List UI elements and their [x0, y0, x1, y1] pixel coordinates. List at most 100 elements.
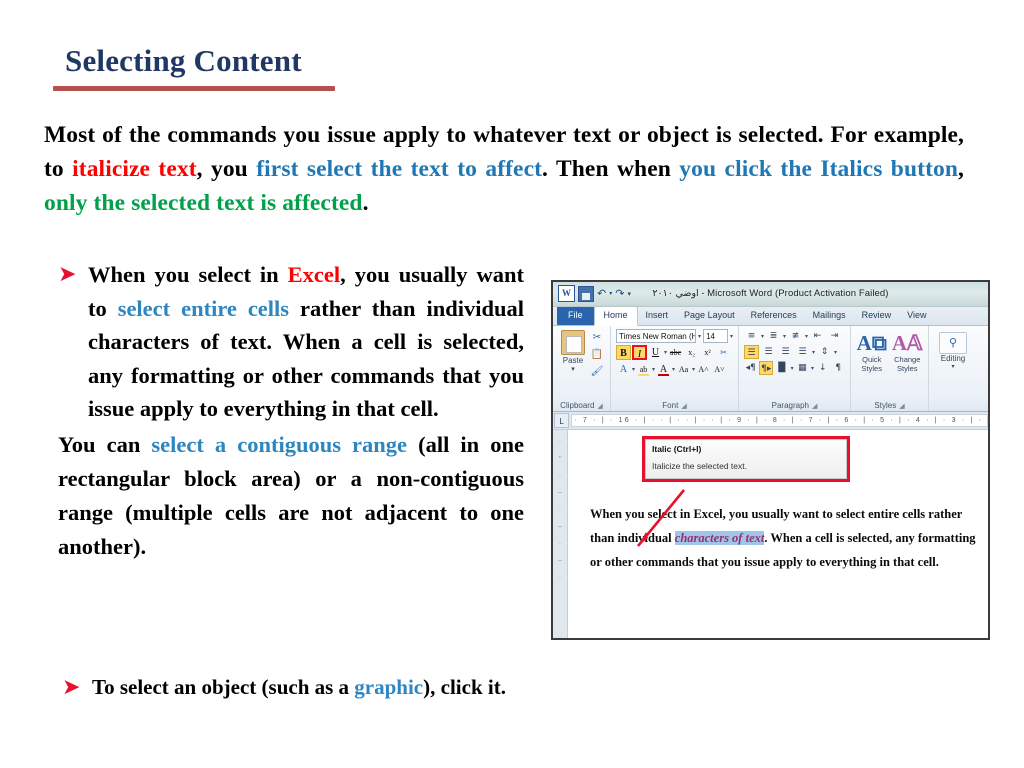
- customize-qat-icon[interactable]: ▾: [627, 286, 631, 302]
- line-spacing-dropdown-icon[interactable]: ▾: [834, 349, 837, 356]
- strikethrough-button[interactable]: abc: [668, 345, 683, 360]
- tooltip-title: Italic (Ctrl+I): [652, 444, 702, 454]
- italic-button[interactable]: I: [632, 345, 647, 360]
- shading-dropdown-icon[interactable]: ▾: [791, 365, 794, 372]
- font-dialog-launcher-icon[interactable]: ◢: [681, 403, 686, 410]
- shrink-font-button[interactable]: A˅: [712, 362, 727, 377]
- tab-view[interactable]: View: [899, 307, 934, 325]
- justify-button[interactable]: ☰: [795, 345, 810, 359]
- paragraph-group-label: Paragraph ◢: [739, 401, 850, 410]
- borders-button[interactable]: ▦: [796, 361, 809, 375]
- numbering-dropdown-icon[interactable]: ▾: [783, 333, 786, 340]
- tab-insert[interactable]: Insert: [638, 307, 677, 325]
- rtl-direction-button[interactable]: ¶▸: [759, 361, 774, 375]
- increase-indent-button[interactable]: ⇥: [827, 329, 842, 343]
- styles-label-text: Styles: [874, 401, 897, 410]
- left-content-column: ➤ When you select in Excel, you usually …: [58, 258, 524, 700]
- cut-icon[interactable]: ✂: [590, 331, 604, 345]
- intro-click-italics: you click the Italics button: [679, 156, 959, 182]
- redo-icon[interactable]: ↷: [615, 286, 624, 302]
- decrease-indent-button[interactable]: ⇤: [810, 329, 825, 343]
- align-right-button[interactable]: ☰: [778, 345, 793, 359]
- multilevel-list-button[interactable]: ≢: [788, 329, 803, 343]
- font-size-dropdown-icon[interactable]: ▾: [730, 333, 733, 340]
- ribbon-group-paragraph: ≡ ▾ ≣ ▾ ≢ ▾ ⇤ ⇥ ☰ ☰ ☰ ☰ ▾ ⇕ ▾ ◂¶ ¶▸ █ ▾ …: [739, 326, 851, 411]
- para2-select-contiguous-range: select a contiguous range: [151, 431, 408, 457]
- bullet-select-entire-cells: select entire cells: [117, 295, 290, 321]
- word-logo-icon: W: [558, 285, 575, 302]
- font-effects-row: A ▾ ab ▾ A ▾ Aa ▾ A˄ A˅: [616, 362, 733, 377]
- underline-button[interactable]: U: [648, 345, 663, 360]
- tab-home[interactable]: Home: [593, 306, 638, 326]
- change-case-button[interactable]: Aa: [676, 362, 691, 377]
- superscript-button[interactable]: x²: [700, 345, 715, 360]
- save-icon[interactable]: [578, 285, 594, 302]
- highlight-color-button[interactable]: ab: [636, 362, 651, 377]
- document-area: · ⁺ · – · – · – · Italic (Ctrl+I) Italicize the …: [553, 430, 988, 638]
- grow-font-button[interactable]: A˄: [696, 362, 711, 377]
- editing-label: Editing: [940, 354, 966, 363]
- bullets-dropdown-icon[interactable]: ▾: [761, 333, 764, 340]
- copy-icon[interactable]: 📋: [590, 348, 604, 362]
- change-case-dropdown-icon[interactable]: ▾: [692, 366, 695, 373]
- vertical-ruler[interactable]: · ⁺ · – · – · – ·: [553, 430, 568, 638]
- font-color-dropdown-icon[interactable]: ▾: [672, 366, 675, 373]
- binoculars-icon[interactable]: ⚲: [939, 332, 967, 354]
- tab-stop-selector-icon[interactable]: L: [554, 413, 570, 428]
- editing-dropdown-icon[interactable]: ▾: [934, 364, 972, 371]
- line-spacing-button[interactable]: ⇕: [817, 345, 832, 359]
- show-formatting-marks-button[interactable]: ¶: [832, 361, 845, 375]
- underline-dropdown-icon[interactable]: ▾: [664, 349, 667, 356]
- quick-access-toolbar[interactable]: W ↶ ▾ ↷ ▾: [558, 285, 631, 302]
- font-size-input[interactable]: 14: [703, 329, 728, 343]
- tooltip-body: Italicize the selected text.: [652, 461, 747, 471]
- clear-formatting-icon[interactable]: ✂: [716, 345, 731, 360]
- paste-dropdown-icon[interactable]: ▾: [558, 366, 588, 373]
- format-painter-icon[interactable]: 🖌: [590, 365, 604, 379]
- undo-icon[interactable]: ↶: [597, 286, 606, 302]
- paragraph-contiguous-range: You can select a contiguous range (all i…: [58, 428, 524, 564]
- tab-mailings[interactable]: Mailings: [805, 307, 854, 325]
- ribbon-group-editing: ⚲ Editing ▾: [929, 326, 977, 411]
- numbering-button[interactable]: ≣: [766, 329, 781, 343]
- bullet-item-excel-text: When you select in Excel, you usually wa…: [88, 258, 524, 426]
- text-effects-dropdown-icon[interactable]: ▾: [632, 366, 635, 373]
- sort-button[interactable]: ↓: [816, 361, 829, 375]
- subscript-button[interactable]: x₂: [684, 345, 699, 360]
- styles-dialog-launcher-icon[interactable]: ◢: [899, 403, 904, 410]
- font-name-input[interactable]: Times New Roman (Heac: [616, 329, 697, 343]
- text-effects-button[interactable]: A: [616, 362, 631, 377]
- word-title-bar: W ↶ ▾ ↷ ▾ اوضي ٢٠١٠ - Microsoft Word (Pr…: [553, 282, 988, 307]
- document-body-text[interactable]: When you select in Excel, you usually wa…: [590, 502, 982, 574]
- paste-button[interactable]: Paste ▾: [558, 329, 588, 379]
- ribbon-group-font: Times New Roman (Heac ▾ 14 ▾ B I U ▾ abc…: [611, 326, 739, 411]
- paragraph-label-text: Paragraph: [771, 401, 809, 410]
- tab-file[interactable]: File: [557, 306, 594, 325]
- bold-button[interactable]: B: [616, 345, 631, 360]
- paragraph-dialog-launcher-icon[interactable]: ◢: [812, 403, 817, 410]
- undo-dropdown-icon[interactable]: ▾: [609, 286, 612, 302]
- italic-tooltip: Italic (Ctrl+I) Italicize the selected t…: [642, 436, 850, 482]
- quick-styles-label: Quick Styles: [861, 355, 882, 373]
- align-left-button[interactable]: ☰: [744, 345, 759, 359]
- horizontal-ruler[interactable]: L · 7 · | · 16 · | · · | · · | · · | · 9…: [553, 412, 988, 430]
- quick-styles-button[interactable]: A⧉ Quick Styles: [856, 331, 888, 373]
- highlight-dropdown-icon[interactable]: ▾: [652, 366, 655, 373]
- tab-page-layout[interactable]: Page Layout: [676, 307, 743, 325]
- intro-italicize-text: italicize text: [72, 156, 197, 182]
- justify-dropdown-icon[interactable]: ▾: [812, 349, 815, 356]
- tab-review[interactable]: Review: [854, 307, 900, 325]
- align-center-button[interactable]: ☰: [761, 345, 776, 359]
- document-page[interactable]: Italic (Ctrl+I) Italicize the selected t…: [568, 430, 988, 638]
- slide-title-block: Selecting Content: [53, 44, 353, 91]
- ltr-direction-button[interactable]: ◂¶: [744, 361, 757, 375]
- clipboard-dialog-launcher-icon[interactable]: ◢: [597, 403, 602, 410]
- shading-button[interactable]: █: [775, 361, 788, 375]
- font-color-button[interactable]: A: [656, 362, 671, 377]
- tab-references[interactable]: References: [743, 307, 805, 325]
- font-name-dropdown-icon[interactable]: ▾: [698, 333, 701, 340]
- borders-dropdown-icon[interactable]: ▾: [811, 365, 814, 372]
- change-styles-button[interactable]: A𝔸 Change Styles: [892, 331, 924, 373]
- bullets-button[interactable]: ≡: [744, 329, 759, 343]
- multilevel-dropdown-icon[interactable]: ▾: [805, 333, 808, 340]
